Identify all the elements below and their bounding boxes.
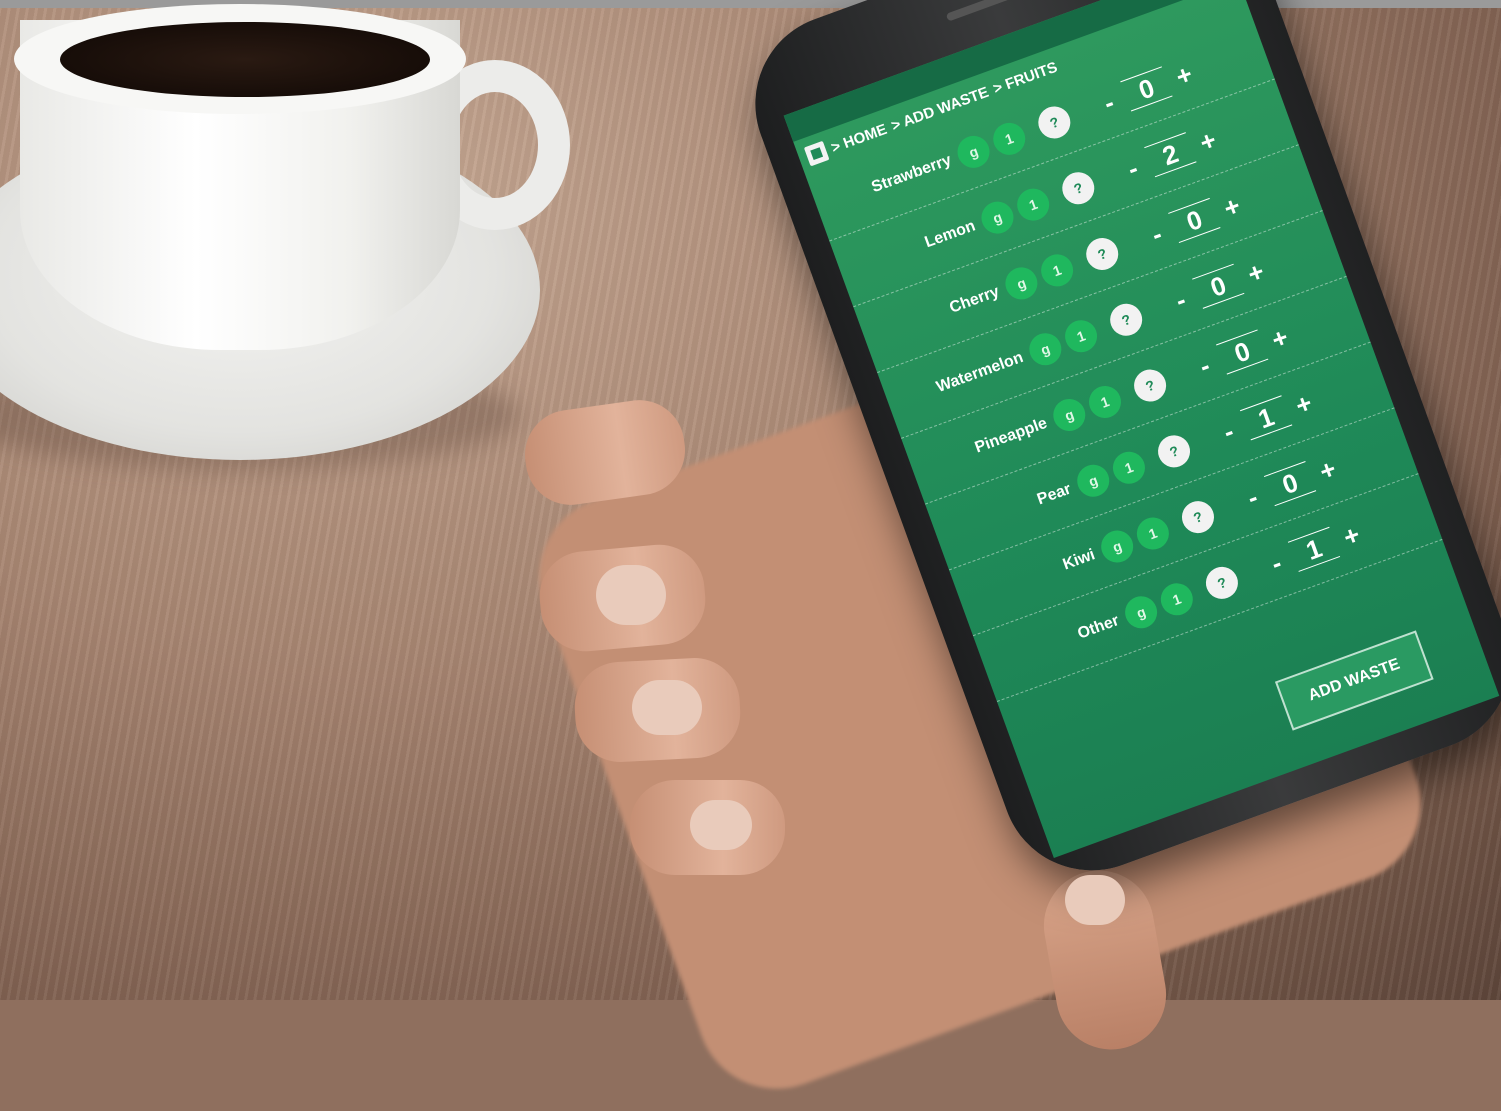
quantity-stepper: - 0 + [1190,319,1295,383]
unit-count-button[interactable]: 1 [1156,578,1198,620]
fingernail [690,800,752,850]
unit-count-button[interactable]: 1 [1060,315,1102,357]
increment-button[interactable]: + [1289,386,1318,422]
quantity-stepper: - 0 + [1094,56,1199,120]
quantity-stepper: - 0 + [1166,254,1271,318]
fingernail [596,565,666,625]
fingernail [632,680,702,735]
quantity-stepper: - 2 + [1118,122,1223,186]
help-button[interactable]: ? [1057,167,1099,209]
quantity-value[interactable]: 2 [1144,131,1197,177]
unit-count-button[interactable]: 1 [1012,183,1054,225]
quantity-stepper: - 0 + [1142,188,1247,252]
quantity-stepper: - 0 + [1237,451,1342,515]
app-logo-icon[interactable] [803,140,830,167]
quantity-stepper: - 1 + [1214,385,1319,449]
fingernail [1065,875,1125,925]
quantity-value[interactable]: 0 [1215,329,1269,375]
quantity-stepper: - 1 + [1261,517,1366,581]
unit-count-button[interactable]: 1 [1108,446,1150,488]
add-waste-button[interactable]: ADD WASTE [1274,630,1434,731]
increment-button[interactable]: + [1337,518,1366,554]
help-button[interactable]: ? [1129,364,1171,406]
help-button[interactable]: ? [1081,233,1123,275]
increment-button[interactable]: + [1169,57,1198,93]
increment-button[interactable]: + [1217,189,1246,225]
decrement-button[interactable]: - [1166,282,1195,318]
unit-count-button[interactable]: 1 [988,117,1030,159]
help-button[interactable]: ? [1177,496,1219,538]
quantity-value[interactable]: 0 [1120,65,1173,112]
quantity-value[interactable]: 0 [1167,197,1221,243]
help-button[interactable]: ? [1201,561,1243,603]
decrement-button[interactable]: - [1190,348,1219,384]
decrement-button[interactable]: - [1262,545,1291,581]
help-button[interactable]: ? [1153,430,1195,472]
quantity-value[interactable]: 0 [1263,460,1317,506]
decrement-button[interactable]: - [1118,150,1147,186]
unit-count-button[interactable]: 1 [1132,512,1174,554]
quantity-value[interactable]: 1 [1287,526,1340,572]
increment-button[interactable]: + [1241,255,1270,291]
decrement-button[interactable]: - [1142,216,1171,252]
increment-button[interactable]: + [1193,123,1222,159]
quantity-value[interactable]: 0 [1191,263,1245,309]
unit-count-button[interactable]: 1 [1084,380,1126,423]
help-button[interactable]: ? [1105,298,1147,340]
decrement-button[interactable]: - [1094,85,1123,121]
decrement-button[interactable]: - [1238,479,1267,515]
coffee [60,22,430,97]
increment-button[interactable]: + [1265,320,1294,356]
decrement-button[interactable]: - [1214,414,1243,450]
quantity-value[interactable]: 1 [1239,394,1293,440]
increment-button[interactable]: + [1313,452,1342,488]
help-button[interactable]: ? [1033,101,1075,143]
unit-count-button[interactable]: 1 [1036,249,1078,291]
